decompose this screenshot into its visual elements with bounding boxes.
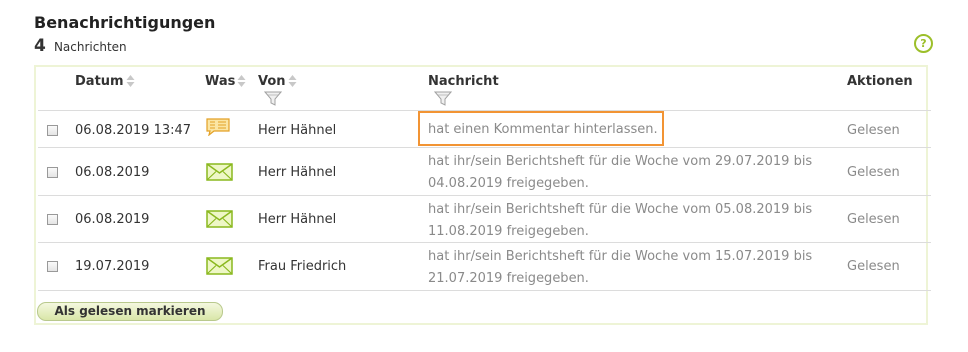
highlight-box — [418, 111, 664, 146]
row-message-line: 21.07.2019 freigegeben. — [428, 271, 589, 286]
envelope-icon — [206, 257, 233, 275]
sort-icon[interactable] — [126, 74, 135, 88]
envelope-icon — [206, 163, 233, 181]
row-divider — [38, 290, 931, 291]
filter-icon[interactable] — [264, 91, 282, 107]
sort-icon[interactable] — [288, 74, 297, 88]
sort-icon[interactable] — [237, 74, 246, 88]
column-header-aktionen: Aktionen — [847, 74, 913, 89]
row-date: 06.08.2019 13:47 — [75, 123, 192, 138]
envelope-icon — [206, 210, 233, 228]
column-header-datum[interactable]: Datum — [75, 74, 135, 89]
column-header-nachricht: Nachricht — [428, 74, 499, 89]
column-header-von[interactable]: Von — [258, 74, 297, 89]
help-icon[interactable]: ? — [914, 34, 933, 53]
comment-icon — [206, 118, 230, 136]
column-header-datum-label: Datum — [75, 74, 124, 89]
mark-read-link[interactable]: Gelesen — [847, 165, 900, 180]
column-header-was-label: Was — [205, 74, 236, 89]
row-divider — [38, 147, 931, 148]
row-checkbox[interactable] — [47, 125, 58, 136]
row-message: hat ihr/sein Berichtsheft für die Woche … — [428, 151, 812, 195]
message-count-label: Nachrichten — [53, 40, 127, 54]
row-sender: Herr Hähnel — [258, 165, 337, 180]
row-message: hat ihr/sein Berichtsheft für die Woche … — [428, 246, 812, 290]
row-message: hat ihr/sein Berichtsheft für die Woche … — [428, 199, 812, 243]
column-header-was[interactable]: Was — [205, 74, 246, 89]
row-date: 19.07.2019 — [75, 259, 150, 274]
row-message-line: hat ihr/sein Berichtsheft für die Woche … — [428, 249, 813, 264]
row-checkbox[interactable] — [47, 167, 58, 178]
row-divider — [38, 195, 931, 196]
row-message-line: 04.08.2019 freigegeben. — [428, 176, 589, 191]
mark-read-link[interactable]: Gelesen — [847, 259, 900, 274]
message-count: 4 Nachrichten — [34, 36, 127, 56]
message-count-number: 4 — [34, 36, 46, 56]
row-date: 06.08.2019 — [75, 212, 150, 227]
row-message-line: hat ihr/sein Berichtsheft für die Woche … — [428, 154, 813, 169]
row-message-line: 11.08.2019 freigegeben. — [428, 224, 589, 239]
row-sender: Herr Hähnel — [258, 123, 337, 138]
filter-icon[interactable] — [434, 91, 452, 107]
mark-as-read-button[interactable]: Als gelesen markieren — [37, 302, 223, 321]
row-sender: Herr Hähnel — [258, 212, 337, 227]
mark-read-link[interactable]: Gelesen — [847, 212, 900, 227]
row-checkbox[interactable] — [47, 261, 58, 272]
mark-read-link[interactable]: Gelesen — [847, 123, 900, 138]
column-header-von-label: Von — [258, 74, 286, 89]
page-title: Benachrichtigungen — [34, 13, 216, 32]
row-message-line: hat ihr/sein Berichtsheft für die Woche … — [428, 202, 813, 217]
row-sender: Frau Friedrich — [258, 259, 347, 274]
row-date: 06.08.2019 — [75, 165, 150, 180]
row-checkbox[interactable] — [47, 214, 58, 225]
